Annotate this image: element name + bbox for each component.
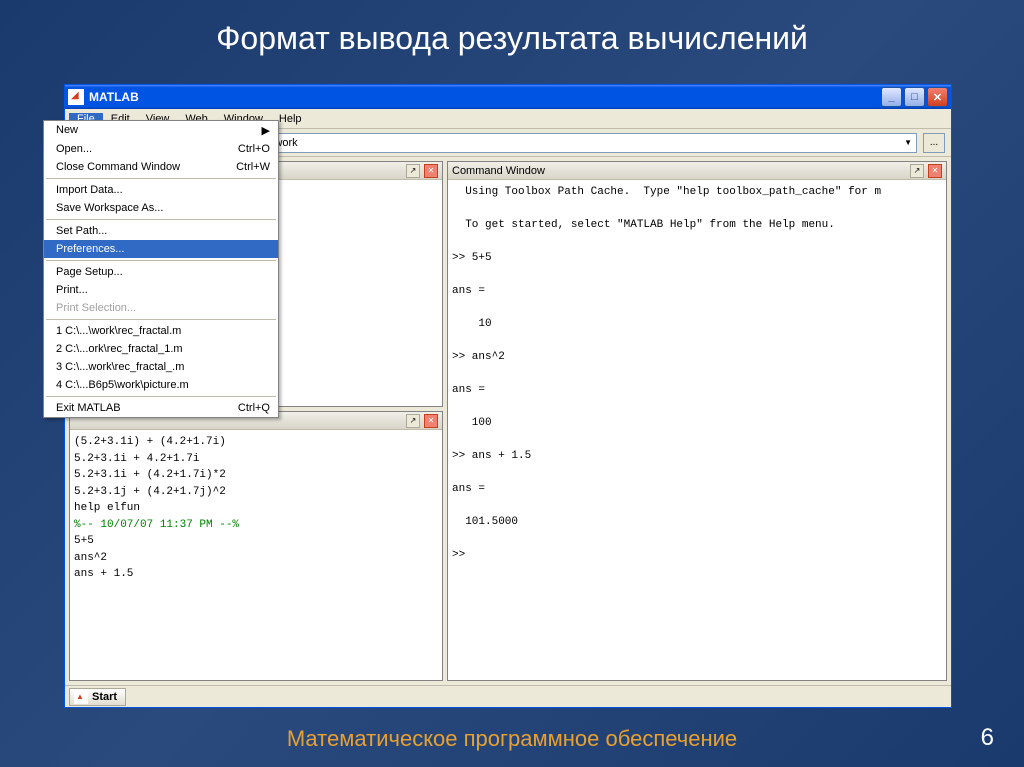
undock-button[interactable]: ↗ [406, 164, 420, 178]
menu-item-new[interactable]: New▶ [44, 121, 278, 140]
page-number: 6 [981, 724, 994, 752]
matlab-start-icon [74, 690, 88, 704]
command-window-title: Command Window [452, 165, 545, 177]
slide-footer: Математическое программное обеспечение [0, 726, 1024, 752]
slide-title: Формат вывода результата вычислений [0, 0, 1024, 57]
matlab-window: MATLAB _ □ ✕ File Edit View Web Window H… [64, 84, 952, 708]
close-button[interactable]: ✕ [927, 87, 948, 107]
panel-close-button[interactable]: ✕ [928, 164, 942, 178]
work-area: ↗ ✕ nd New▶ Open...Ctrl+O Close Command … [65, 157, 951, 685]
command-window-body[interactable]: Using Toolbox Path Cache. Type "help too… [448, 180, 946, 680]
browse-button[interactable]: ... [923, 133, 945, 153]
menu-item-recent3[interactable]: 3 C:\...work\rec_fractal_.m [44, 358, 278, 376]
menu-item-print-sel: Print Selection... [44, 299, 278, 317]
menu-item-print[interactable]: Print... [44, 281, 278, 299]
start-button[interactable]: Start [69, 688, 126, 706]
minimize-button[interactable]: _ [881, 87, 902, 107]
menu-item-preferences[interactable]: Preferences... [44, 240, 278, 258]
menu-item-set-path[interactable]: Set Path... [44, 222, 278, 240]
menu-item-import[interactable]: Import Data... [44, 181, 278, 199]
undock-button[interactable]: ↗ [406, 414, 420, 428]
menu-item-save-ws[interactable]: Save Workspace As... [44, 199, 278, 217]
chevron-down-icon[interactable]: ▼ [904, 138, 912, 147]
workspace-panel: ↗ ✕ nd New▶ Open...Ctrl+O Close Command … [69, 161, 443, 407]
statusbar: Start [65, 685, 951, 707]
menu-item-recent1[interactable]: 1 C:\...\work\rec_fractal.m [44, 322, 278, 340]
menu-item-close-cmd[interactable]: Close Command WindowCtrl+W [44, 158, 278, 176]
panel-close-button[interactable]: ✕ [424, 414, 438, 428]
titlebar[interactable]: MATLAB _ □ ✕ [65, 85, 951, 109]
maximize-button[interactable]: □ [904, 87, 925, 107]
menu-item-exit[interactable]: Exit MATLABCtrl+Q [44, 399, 278, 417]
command-window-panel: Command Window ↗ ✕ Using Toolbox Path Ca… [447, 161, 947, 681]
panel-close-button[interactable]: ✕ [424, 164, 438, 178]
file-dropdown-menu: New▶ Open...Ctrl+O Close Command WindowC… [43, 120, 279, 418]
submenu-arrow-icon: ▶ [262, 124, 270, 137]
matlab-icon [68, 89, 84, 105]
current-dir-input[interactable]: C:\MATLAB6p5\work ▼ [191, 133, 917, 153]
menu-item-page-setup[interactable]: Page Setup... [44, 263, 278, 281]
window-title: MATLAB [89, 90, 881, 104]
history-panel: ↗ ✕ (5.2+3.1i) + (4.2+1.7i) 5.2+3.1i + 4… [69, 411, 443, 681]
menu-item-recent2[interactable]: 2 C:\...ork\rec_fractal_1.m [44, 340, 278, 358]
right-column: Command Window ↗ ✕ Using Toolbox Path Ca… [447, 161, 947, 681]
menu-item-open[interactable]: Open...Ctrl+O [44, 140, 278, 158]
menu-item-recent4[interactable]: 4 C:\...B6p5\work\picture.m [44, 376, 278, 394]
history-body[interactable]: (5.2+3.1i) + (4.2+1.7i) 5.2+3.1i + 4.2+1… [70, 430, 442, 680]
left-column: ↗ ✕ nd New▶ Open...Ctrl+O Close Command … [69, 161, 443, 681]
undock-button[interactable]: ↗ [910, 164, 924, 178]
